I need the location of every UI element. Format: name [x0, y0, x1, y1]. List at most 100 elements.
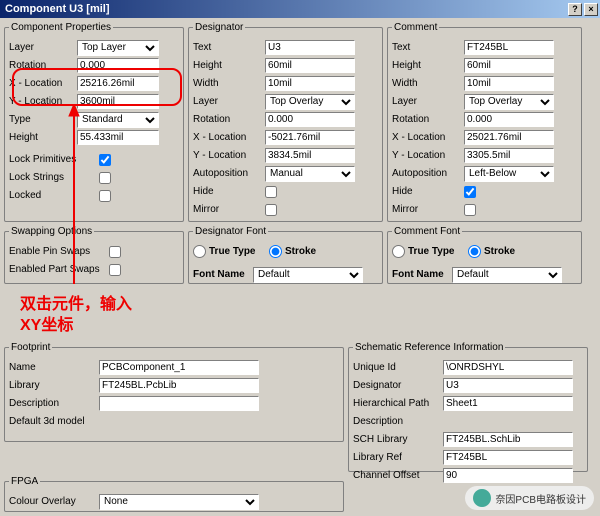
- des-hide-checkbox[interactable]: [265, 186, 277, 198]
- layer-select[interactable]: Top Layer: [77, 40, 159, 56]
- dfont-stroke-label: Stroke: [285, 246, 353, 257]
- fp-name-label: Name: [9, 362, 99, 373]
- pin-swaps-checkbox[interactable]: [109, 246, 121, 258]
- sri-libref-input[interactable]: [443, 450, 573, 465]
- des-layer-select[interactable]: Top Overlay: [265, 94, 355, 110]
- fpga-co-label: Colour Overlay: [9, 496, 99, 507]
- fpga-group: FPGA Colour OverlayNone: [4, 476, 344, 512]
- designator-legend: Designator: [193, 22, 245, 33]
- fp-legend: Footprint: [9, 342, 52, 353]
- cfont-name-select[interactable]: Default: [452, 267, 562, 283]
- com-hide-label: Hide: [392, 186, 464, 197]
- dfont-truetype-radio[interactable]: [193, 245, 206, 258]
- com-layer-select[interactable]: Top Overlay: [464, 94, 554, 110]
- sri-co-input[interactable]: [443, 468, 573, 483]
- sri-hp-label: Hierarchical Path: [353, 398, 443, 409]
- comment-legend: Comment: [392, 22, 439, 33]
- fp-3d-label: Default 3d model: [9, 416, 99, 427]
- com-auto-select[interactable]: Left-Below: [464, 166, 554, 182]
- com-text-label: Text: [392, 42, 464, 53]
- des-rot-input[interactable]: [265, 112, 355, 127]
- watermark: 奈因PCB电路板设计: [465, 486, 594, 510]
- component-properties-group: Component Properties LayerTop Layer Rota…: [4, 22, 184, 222]
- com-mirror-checkbox[interactable]: [464, 204, 476, 216]
- sri-co-label: Channel Offset: [353, 470, 443, 481]
- pin-swaps-label: Enable Pin Swaps: [9, 246, 109, 257]
- layer-label: Layer: [9, 42, 77, 53]
- height-input[interactable]: [77, 130, 159, 145]
- lock-strings-checkbox[interactable]: [99, 172, 111, 184]
- dfont-legend: Designator Font: [193, 226, 268, 237]
- swapping-options-group: Swapping Options Enable Pin Swaps Enable…: [4, 226, 184, 284]
- sri-des-label: Designator: [353, 380, 443, 391]
- cfont-truetype-radio[interactable]: [392, 245, 405, 258]
- locked-label: Locked: [9, 190, 99, 201]
- sri-legend: Schematic Reference Information: [353, 342, 505, 353]
- com-width-input[interactable]: [464, 76, 554, 91]
- des-height-input[interactable]: [265, 58, 355, 73]
- des-yloc-input[interactable]: [265, 148, 355, 163]
- com-height-input[interactable]: [464, 58, 554, 73]
- locked-checkbox[interactable]: [99, 190, 111, 202]
- des-mirror-label: Mirror: [193, 204, 265, 215]
- des-hide-label: Hide: [193, 186, 265, 197]
- dfont-name-select[interactable]: Default: [253, 267, 363, 283]
- fpga-co-select[interactable]: None: [99, 494, 259, 510]
- help-button[interactable]: ?: [568, 3, 582, 16]
- designator-group: Designator Text Height Width LayerTop Ov…: [188, 22, 383, 222]
- lock-primitives-checkbox[interactable]: [99, 154, 111, 166]
- watermark-avatar-icon: [473, 489, 491, 507]
- sri-hp-input[interactable]: [443, 396, 573, 411]
- fp-desc-input[interactable]: [99, 396, 259, 411]
- fp-lib-input[interactable]: [99, 378, 259, 393]
- com-layer-label: Layer: [392, 96, 464, 107]
- dfont-name-label: Font Name: [193, 269, 253, 280]
- cfont-tt-label: True Type: [408, 246, 468, 257]
- com-width-label: Width: [392, 78, 464, 89]
- sri-libref-label: Library Ref: [353, 452, 443, 463]
- fp-name-input[interactable]: [99, 360, 259, 375]
- schematic-ref-group: Schematic Reference Information Unique I…: [348, 342, 588, 472]
- com-height-label: Height: [392, 60, 464, 71]
- yloc-input[interactable]: [77, 94, 159, 109]
- com-hide-checkbox[interactable]: [464, 186, 476, 198]
- sri-schlib-input[interactable]: [443, 432, 573, 447]
- com-xloc-input[interactable]: [464, 130, 554, 145]
- com-yloc-input[interactable]: [464, 148, 554, 163]
- rotation-input[interactable]: [77, 58, 159, 73]
- close-button[interactable]: ×: [584, 3, 598, 16]
- fp-desc-label: Description: [9, 398, 99, 409]
- fpga-legend: FPGA: [9, 476, 40, 487]
- xloc-label: X - Location: [9, 78, 77, 89]
- sri-desc-label: Description: [353, 416, 443, 427]
- height-label: Height: [9, 132, 77, 143]
- des-mirror-checkbox[interactable]: [265, 204, 277, 216]
- watermark-text: 奈因PCB电路板设计: [495, 491, 586, 506]
- part-swaps-checkbox[interactable]: [109, 264, 121, 276]
- swp-legend: Swapping Options: [9, 226, 94, 237]
- lock-strings-label: Lock Strings: [9, 172, 99, 183]
- sri-uid-label: Unique Id: [353, 362, 443, 373]
- des-auto-select[interactable]: Manual: [265, 166, 355, 182]
- com-text-input[interactable]: [464, 40, 554, 55]
- des-rot-label: Rotation: [193, 114, 265, 125]
- cfont-legend: Comment Font: [392, 226, 462, 237]
- type-label: Type: [9, 114, 77, 125]
- type-select[interactable]: Standard: [77, 112, 159, 128]
- des-yloc-label: Y - Location: [193, 150, 265, 161]
- sri-uid-input[interactable]: [443, 360, 573, 375]
- cfont-stroke-radio[interactable]: [468, 245, 481, 258]
- footprint-group: Footprint Name Library Description Defau…: [4, 342, 344, 442]
- dfont-stroke-radio[interactable]: [269, 245, 282, 258]
- sri-des-input[interactable]: [443, 378, 573, 393]
- xloc-input[interactable]: [77, 76, 159, 91]
- des-text-input[interactable]: [265, 40, 355, 55]
- des-xloc-input[interactable]: [265, 130, 355, 145]
- com-yloc-label: Y - Location: [392, 150, 464, 161]
- cfont-name-label: Font Name: [392, 269, 452, 280]
- titlebar: Component U3 [mil] ? ×: [0, 0, 600, 18]
- part-swaps-label: Enabled Part Swaps: [9, 264, 109, 275]
- comment-font-group: Comment Font True TypeStroke Font NameDe…: [387, 226, 582, 284]
- com-rot-input[interactable]: [464, 112, 554, 127]
- des-width-input[interactable]: [265, 76, 355, 91]
